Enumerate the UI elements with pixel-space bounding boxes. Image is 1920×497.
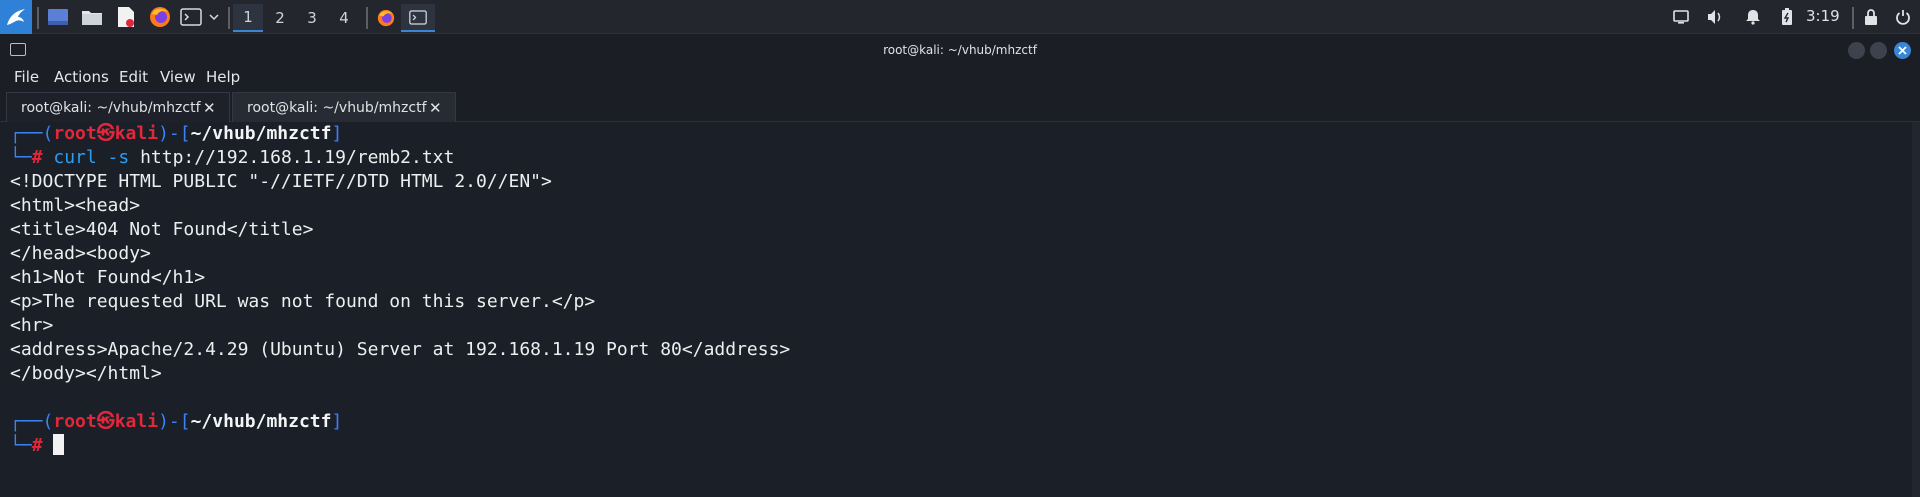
prompt-path: ~/vhub/mhzctf — [190, 123, 332, 144]
battery-icon — [1782, 8, 1792, 25]
power-icon — [1896, 10, 1910, 25]
prompt-path: ~/vhub/mhzctf — [190, 411, 332, 432]
terminal-launcher-button[interactable] — [179, 4, 203, 30]
command-line: └─# — [10, 434, 65, 458]
prompt-frame: )-[ — [158, 411, 191, 432]
show-desktop-button[interactable] — [45, 4, 71, 30]
output-line: <!DOCTYPE HTML PUBLIC "-//IETF//DTD HTML… — [10, 171, 552, 192]
menu-actions[interactable]: Actions — [54, 68, 109, 86]
text-editor-button[interactable] — [113, 4, 139, 30]
output-line: <title>404 Not Found</title> — [10, 219, 314, 240]
window-title: root@kali: ~/vhub/mhzctf — [883, 43, 1037, 57]
command-name: curl -s — [53, 147, 130, 168]
terminal-scrollbar[interactable] — [1912, 122, 1920, 497]
menu-bar: File Actions Edit View Help — [0, 66, 1920, 90]
kali-menu-button[interactable] — [0, 0, 32, 34]
prompt-user: root — [53, 411, 97, 432]
prompt-skull-icon: ㉿ — [96, 411, 115, 432]
menu-help[interactable]: Help — [206, 68, 240, 86]
tab-label: root@kali: ~/vhub/mhzctf — [247, 100, 427, 116]
output-line: <html><head> — [10, 195, 141, 216]
prompt-frame: ] — [331, 411, 343, 432]
notifications-tray-button[interactable] — [1744, 8, 1762, 26]
prompt-user: root — [53, 123, 97, 144]
text-editor-icon — [118, 7, 134, 27]
command-args: http://192.168.1.19/remb2.txt — [140, 147, 455, 168]
maximize-button[interactable] — [1870, 42, 1887, 59]
prompt-host: kali — [114, 411, 159, 432]
prompt-frame: ┌──( — [10, 411, 54, 432]
taskbar-terminal-window[interactable] — [401, 4, 435, 32]
firefox-icon — [150, 7, 170, 27]
menu-file[interactable]: File — [14, 68, 39, 86]
file-manager-button[interactable] — [79, 4, 105, 30]
prompt-frame: └─ — [10, 435, 32, 456]
output-line: <h1>Not Found</h1> — [10, 267, 206, 288]
terminal-output[interactable]: ┌──(root㉿kali)-[~/vhub/mhzctf] └─# curl … — [0, 122, 1912, 497]
prompt-line: ┌──(root㉿kali)-[~/vhub/mhzctf] — [10, 410, 342, 434]
volume-tray-button[interactable] — [1706, 8, 1724, 26]
desktop-icon — [48, 9, 68, 25]
display-tray-button[interactable] — [1672, 8, 1690, 26]
tab-close-icon[interactable]: ✕ — [429, 99, 442, 117]
menu-edit[interactable]: Edit — [119, 68, 148, 86]
minimize-button[interactable] — [1848, 42, 1865, 59]
launcher-dropdown-button[interactable] — [207, 4, 221, 30]
prompt-frame: )-[ — [158, 123, 191, 144]
close-icon — [1898, 46, 1907, 55]
output-line: </head><body> — [10, 243, 151, 264]
window-titlebar[interactable]: root@kali: ~/vhub/mhzctf — [0, 34, 1920, 66]
tab-label: root@kali: ~/vhub/mhzctf — [21, 100, 201, 116]
folder-icon — [82, 11, 102, 25]
terminal-tab-2[interactable]: root@kali: ~/vhub/mhzctf ✕ — [232, 92, 456, 122]
prompt-hash: # — [31, 435, 43, 456]
menu-view[interactable]: View — [160, 68, 196, 86]
terminal-icon — [180, 8, 202, 26]
panel-separator — [1852, 7, 1854, 29]
prompt-frame: └─ — [10, 147, 32, 168]
kali-dragon-icon — [7, 9, 25, 25]
panel-clock[interactable]: 3:19 — [1806, 7, 1840, 25]
workspace-4[interactable]: 4 — [329, 4, 359, 32]
text-cursor — [53, 434, 65, 455]
output-line: <hr> — [10, 315, 54, 336]
panel-separator — [366, 7, 368, 29]
prompt-skull-icon: ㉿ — [96, 123, 115, 144]
output-line: <address>Apache/2.4.29 (Ubuntu) Server a… — [10, 339, 791, 360]
volume-icon — [1708, 10, 1721, 24]
firefox-launcher-button[interactable] — [147, 4, 173, 30]
prompt-host: kali — [114, 123, 159, 144]
terminal-tab-1[interactable]: root@kali: ~/vhub/mhzctf ✕ — [6, 92, 230, 122]
chevron-down-icon — [209, 14, 219, 21]
command-line: └─# curl -s http://192.168.1.19/remb2.tx… — [10, 146, 454, 170]
top-panel: 1 2 3 4 3:19 — [0, 0, 1920, 34]
logout-button[interactable] — [1894, 8, 1912, 26]
lock-icon — [1865, 8, 1877, 25]
workspace-3[interactable]: 3 — [297, 4, 327, 32]
prompt-frame: ┌──( — [10, 123, 54, 144]
battery-tray-button[interactable] — [1778, 8, 1796, 26]
display-icon — [1673, 10, 1689, 24]
prompt-frame: ] — [331, 123, 343, 144]
output-line: <p>The requested URL was not found on th… — [10, 291, 596, 312]
taskbar-firefox-window[interactable] — [369, 4, 403, 32]
panel-separator — [228, 7, 230, 29]
tab-close-icon[interactable]: ✕ — [203, 99, 216, 117]
prompt-hash: # — [31, 147, 43, 168]
terminal-icon — [409, 9, 427, 25]
close-button[interactable] — [1894, 42, 1911, 59]
lock-screen-button[interactable] — [1862, 8, 1880, 26]
bell-icon — [1746, 10, 1760, 25]
prompt-line: ┌──(root㉿kali)-[~/vhub/mhzctf] — [10, 122, 342, 146]
workspace-1[interactable]: 1 — [233, 4, 263, 32]
tab-bar: root@kali: ~/vhub/mhzctf ✕ root@kali: ~/… — [0, 90, 1920, 122]
firefox-icon — [377, 9, 395, 27]
workspace-2[interactable]: 2 — [265, 4, 295, 32]
panel-separator — [37, 7, 39, 29]
output-line: </body></html> — [10, 363, 162, 384]
